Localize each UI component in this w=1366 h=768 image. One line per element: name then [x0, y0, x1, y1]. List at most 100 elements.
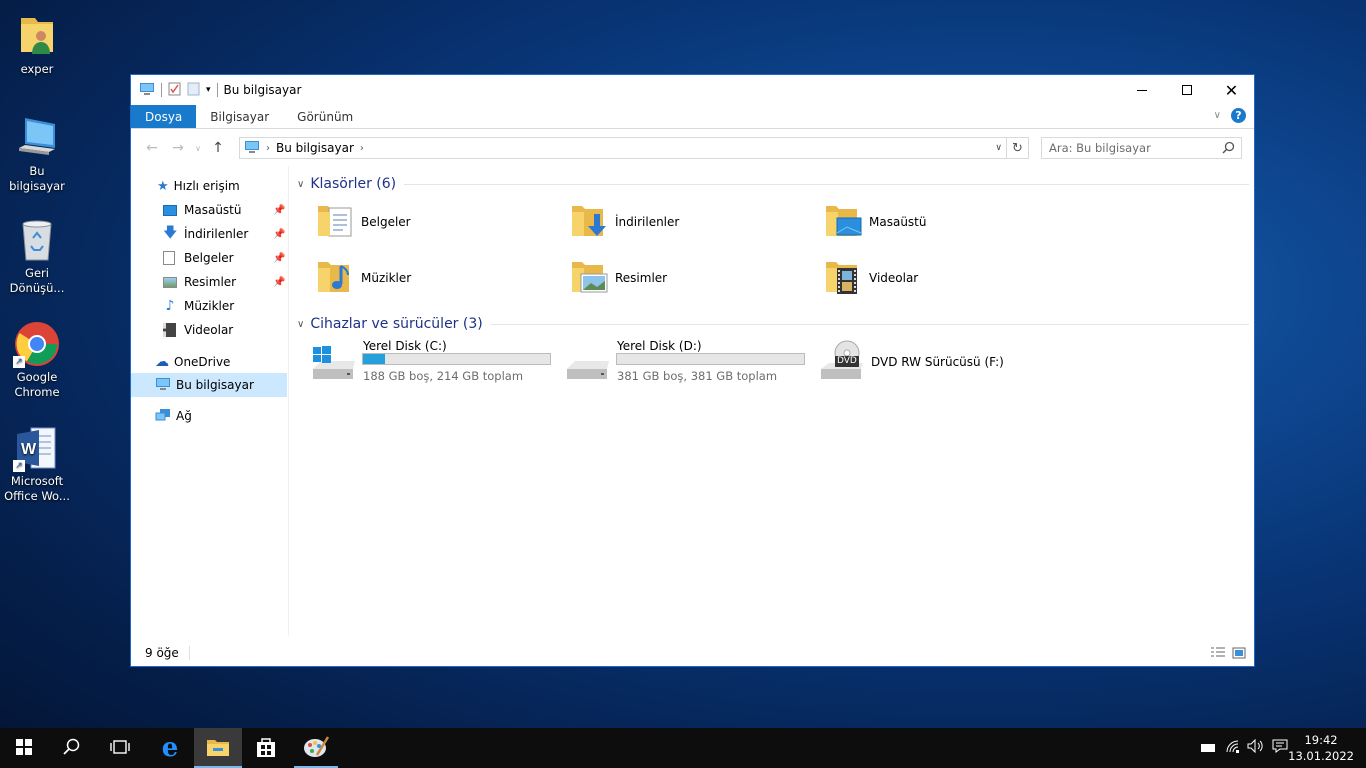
desktop-icon-label-line2: Dönüşü... [9, 281, 65, 295]
quick-access-toolbar: ▾ [139, 82, 218, 99]
up-button[interactable]: ↑ [205, 140, 231, 156]
properties-icon[interactable] [168, 82, 181, 99]
folder-item-music[interactable]: Müzikler [315, 256, 411, 299]
taskbar: e 19:42 13.01.2022 [0, 728, 1366, 768]
folder-item-videos[interactable]: Videolar [823, 256, 918, 299]
music-icon: ♪ [165, 298, 175, 314]
group-title: Klasörler (6) [310, 176, 397, 192]
recent-locations-icon[interactable]: ∨ [191, 144, 205, 153]
desktop-icon-recycle-bin[interactable]: Geri Dönüşü... [0, 216, 74, 296]
desktop-icon-label: Bu bilgisayar [9, 164, 65, 193]
title-bar[interactable]: ▾ Bu bilgisayar ✕ [131, 75, 1254, 105]
volume-button[interactable] [1245, 728, 1267, 768]
tab-file[interactable]: Dosya [131, 105, 197, 128]
tab-computer[interactable]: Bilgisayar [196, 105, 283, 128]
address-bar[interactable]: › Bu bilgisayar › ∨ [239, 137, 1007, 159]
desktop-icon-this-pc[interactable]: Bu bilgisayar [0, 114, 74, 194]
nav-quick-access[interactable]: ★ Hızlı erişim [157, 175, 240, 197]
breadcrumb-chevron-icon[interactable]: › [266, 143, 270, 154]
group-header-folders[interactable]: ∨ Klasörler (6) [297, 176, 1249, 192]
taskbar-edge[interactable]: e [146, 728, 194, 768]
tab-view[interactable]: Görünüm [283, 105, 367, 128]
collapse-chevron-icon: ∨ [297, 318, 305, 330]
status-bar: 9 öğe [131, 640, 1254, 666]
network-button[interactable] [1222, 728, 1244, 768]
folder-label: Resimler [615, 270, 668, 285]
battery-button[interactable] [1198, 728, 1218, 768]
pin-icon[interactable]: 📌 [273, 253, 285, 264]
pin-icon[interactable]: 📌 [273, 229, 285, 240]
refresh-button[interactable]: ↻ [1007, 137, 1029, 159]
desktop-icon-label-line1: Microsoft [10, 474, 64, 488]
desktop-icon-user-folder[interactable]: exper [0, 12, 74, 77]
nav-downloads[interactable]: 🡇 İndirilenler 📌 [163, 223, 287, 245]
taskbar-paint[interactable] [292, 728, 340, 768]
address-dropdown-icon[interactable]: ∨ [995, 143, 1002, 153]
desktop-icon-label-line2: Chrome [14, 385, 60, 399]
drive-item-f[interactable]: DVD DVD RW Sürücüsü (F:) [819, 339, 1069, 387]
back-button[interactable]: ← [139, 140, 165, 156]
pin-icon[interactable]: 📌 [273, 205, 285, 216]
task-view-button[interactable] [96, 728, 144, 768]
search-icon[interactable] [1222, 141, 1235, 157]
folder-item-documents[interactable]: Belgeler [315, 200, 411, 243]
taskbar-store[interactable] [242, 728, 290, 768]
notification-icon [1272, 739, 1288, 757]
minimize-button[interactable] [1119, 75, 1164, 105]
maximize-button[interactable] [1164, 75, 1209, 105]
clock-time: 19:42 [1304, 733, 1338, 747]
nav-label: Bu bilgisayar [176, 378, 254, 392]
drive-item-d[interactable]: Yerel Disk (D:) 381 GB boş, 381 GB topla… [565, 339, 815, 387]
start-button[interactable] [0, 728, 48, 768]
videos-folder-icon [823, 256, 863, 299]
nav-label: Resimler [184, 275, 237, 289]
nav-this-pc[interactable]: Bu bilgisayar [131, 373, 287, 397]
breadcrumb-chevron-icon[interactable]: › [360, 143, 364, 154]
customize-toolbar-icon[interactable]: ▾ [206, 85, 211, 95]
drive-usage-bar [616, 353, 805, 365]
drive-space: 381 GB boş, 381 GB toplam [617, 369, 778, 383]
nav-label: OneDrive [174, 355, 231, 369]
word-icon: W ↗ [13, 424, 61, 472]
videos-icon [163, 323, 176, 337]
drive-label: DVD RW Sürücüsü (F:) [871, 355, 1004, 369]
search-input[interactable]: Ara: Bu bilgisayar [1041, 137, 1242, 159]
nav-onedrive[interactable]: ☁ OneDrive [155, 351, 230, 373]
nav-pictures[interactable]: Resimler 📌 [163, 271, 287, 293]
network-wifi-icon [1225, 739, 1241, 757]
pin-icon[interactable]: 📌 [273, 277, 285, 288]
desktop-icon-chrome[interactable]: ↗ Google Chrome [0, 320, 74, 400]
taskbar-file-explorer[interactable] [194, 728, 242, 768]
collapse-chevron-icon: ∨ [297, 178, 305, 190]
status-separator [188, 646, 190, 660]
user-folder-icon [13, 12, 61, 60]
search-button[interactable] [48, 728, 96, 768]
nav-network[interactable]: Ağ [155, 405, 192, 427]
computer-icon [155, 377, 171, 394]
nav-music[interactable]: ♪ Müzikler [163, 295, 235, 317]
new-folder-icon[interactable] [187, 82, 200, 99]
pictures-icon [163, 276, 177, 288]
forward-button[interactable]: → [165, 140, 191, 156]
file-explorer-icon [206, 737, 230, 760]
folder-item-desktop[interactable]: Masaüstü [823, 200, 926, 243]
clock[interactable]: 19:42 13.01.2022 [1288, 732, 1354, 764]
document-icon [163, 251, 175, 265]
large-icons-view-icon[interactable] [1232, 646, 1246, 663]
breadcrumb-item[interactable]: Bu bilgisayar [276, 141, 354, 155]
close-button[interactable]: ✕ [1209, 75, 1254, 105]
group-header-devices[interactable]: ∨ Cihazlar ve sürücüler (3) [297, 316, 1249, 332]
paint-icon [303, 735, 330, 762]
music-folder-icon [315, 256, 355, 299]
drive-item-c[interactable]: Yerel Disk (C:) 188 GB boş, 214 GB topla… [311, 339, 561, 387]
help-icon[interactable]: ? [1231, 108, 1246, 123]
desktop-icon-word[interactable]: W ↗ Microsoft Office Wo... [0, 424, 74, 504]
nav-videos[interactable]: Videolar [163, 319, 233, 341]
expand-ribbon-icon[interactable]: ∨ [1214, 110, 1221, 121]
nav-documents[interactable]: Belgeler 📌 [163, 247, 287, 269]
nav-desktop[interactable]: Masaüstü 📌 [163, 199, 287, 221]
computer-icon[interactable] [139, 82, 155, 99]
details-view-icon[interactable] [1210, 646, 1226, 663]
folder-item-downloads[interactable]: İndirilenler [569, 200, 679, 243]
folder-item-pictures[interactable]: Resimler [569, 256, 667, 299]
